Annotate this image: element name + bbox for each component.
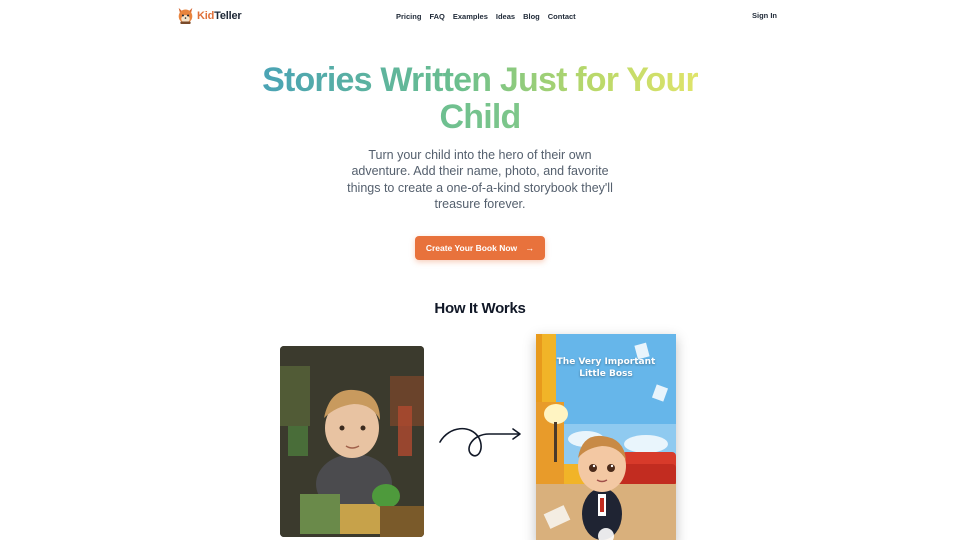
sign-in-link[interactable]: Sign In [752, 11, 777, 20]
brand-name: KidTeller [197, 9, 242, 22]
brand-logo[interactable]: KidTeller [177, 6, 242, 25]
fox-logo-icon [178, 7, 193, 24]
curved-arrow-icon [439, 427, 521, 457]
hero-subtitle: Turn your child into the hero of their o… [347, 148, 613, 211]
nav-link-pricing[interactable]: Pricing [396, 12, 421, 21]
nav-link-ideas[interactable]: Ideas [496, 12, 515, 21]
hero-title-line2: Child [439, 98, 522, 136]
nav-link-examples[interactable]: Examples [453, 12, 488, 21]
nav-link-faq[interactable]: FAQ [429, 12, 444, 21]
hero-title: Stories Written Just for Your Child [0, 62, 960, 136]
top-navigation: KidTeller Pricing FAQ Examples Ideas Blo… [0, 0, 960, 32]
child-photo [280, 346, 424, 537]
hero-title-line1: Stories Written Just for Your [262, 61, 699, 99]
create-book-button[interactable]: Create Your Book Now → [415, 236, 545, 260]
brand-name-teller: Teller [214, 9, 242, 22]
storybook-cover: The Very Important Little Boss [536, 334, 676, 540]
nav-link-contact[interactable]: Contact [548, 12, 576, 21]
storybook-title: The Very Important Little Boss [556, 357, 656, 379]
how-it-works-title: How It Works [434, 300, 526, 317]
nav-link-blog[interactable]: Blog [523, 12, 540, 21]
brand-name-kid: Kid [197, 9, 215, 22]
create-book-button-label: Create Your Book Now [425, 243, 518, 253]
nav-links: Pricing FAQ Examples Ideas Blog Contact [396, 12, 576, 21]
arrow-right-icon: → [525, 243, 535, 253]
